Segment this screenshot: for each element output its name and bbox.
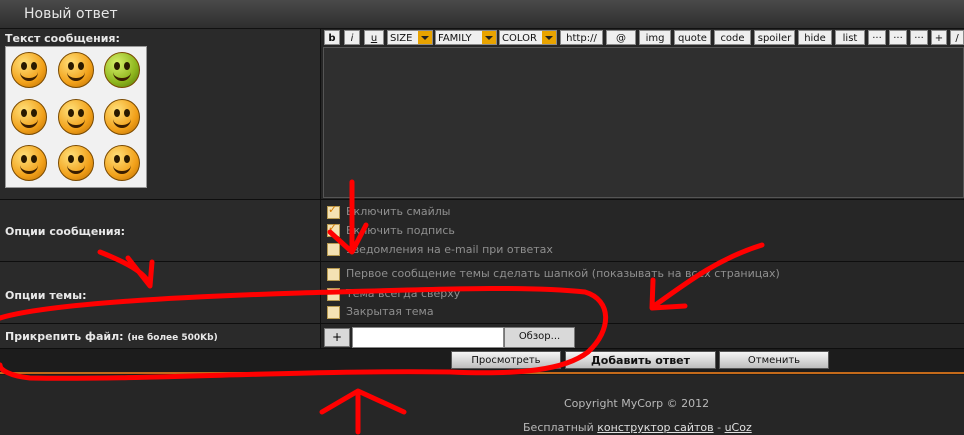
pin-first-post-checkbox[interactable] (327, 268, 340, 281)
signature-checkbox-label: Включить подпись (346, 224, 455, 237)
always-on-top-checkbox-label: Тема всегда сверху (346, 287, 461, 300)
smiley-icon[interactable] (104, 99, 140, 135)
credit-dash: - (713, 421, 725, 434)
chevron-down-icon (418, 31, 432, 44)
underline-button[interactable]: u (364, 30, 384, 45)
smileys-checkbox[interactable] (327, 203, 340, 219)
list-button[interactable]: list (835, 30, 865, 45)
smiley-icon[interactable] (104, 145, 140, 181)
email-notify-checkbox-label: Уведомления на e-mail при ответах (346, 243, 553, 256)
message-label-cell: Текст сообщения: (0, 29, 321, 199)
slash-button[interactable]: / (950, 30, 964, 45)
img-button[interactable]: img (639, 30, 671, 45)
bold-button[interactable]: b (324, 30, 340, 45)
ucoz-link[interactable]: uCoz (725, 421, 752, 434)
form-title: Новый ответ (24, 6, 118, 22)
message-textarea[interactable] (323, 47, 964, 198)
attach-label: Прикрепить файл: (не более 500Kb) (5, 330, 218, 343)
hide-button[interactable]: hide (798, 30, 832, 45)
submit-reply-button[interactable]: Добавить ответ (565, 351, 716, 369)
smiley-icon[interactable] (11, 145, 47, 181)
more-button[interactable]: ··· (889, 30, 907, 45)
smiley-icon[interactable] (11, 99, 47, 135)
pin-first-post-checkbox-label: Первое сообщение темы сделать шапкой (по… (346, 267, 780, 280)
color-select-label: COLOR (502, 33, 537, 44)
color-select[interactable]: COLOR (499, 30, 557, 45)
smiley-icon[interactable] (11, 52, 47, 88)
copyright-text: Copyright MyCorp © 2012 (564, 397, 710, 410)
closed-topic-checkbox-label: Закрытая тема (346, 305, 434, 318)
message-options-label-cell: Опции сообщения: (0, 200, 321, 261)
family-select[interactable]: FAMILY (435, 30, 497, 45)
family-select-label: FAMILY (438, 33, 472, 44)
site-builder-link[interactable]: конструктор сайтов (597, 421, 713, 434)
form-title-bar: Новый ответ (0, 0, 964, 29)
italic-button[interactable]: i (344, 30, 360, 45)
plus-button[interactable]: + (931, 30, 947, 45)
divider-line (0, 372, 964, 374)
reply-form: Новый ответ Текст сообщения: b i u SIZE … (0, 0, 964, 435)
signature-checkbox[interactable] (327, 221, 340, 237)
url-button[interactable]: http:// (560, 30, 603, 45)
email-button[interactable]: @ (606, 30, 636, 45)
spoiler-button[interactable]: spoiler (754, 30, 795, 45)
topic-options-label-cell: Опции темы: (0, 262, 321, 323)
credit-prefix: Бесплатный (523, 421, 598, 434)
add-file-button[interactable]: + (324, 328, 350, 347)
attach-label-text: Прикрепить файл: (5, 330, 124, 343)
chevron-down-icon (542, 31, 556, 44)
footer (0, 375, 964, 435)
message-label: Текст сообщения: (5, 32, 120, 45)
smiley-icon[interactable] (58, 145, 94, 181)
quote-button[interactable]: quote (674, 30, 711, 45)
code-button[interactable]: code (714, 30, 751, 45)
more-button[interactable]: ··· (910, 30, 928, 45)
attach-limit-note: (не более 500Kb) (127, 333, 218, 343)
more-button[interactable]: ··· (868, 30, 886, 45)
smiley-icon[interactable] (104, 52, 140, 88)
preview-button[interactable]: Просмотреть (451, 351, 561, 369)
topic-options-label: Опции темы: (5, 289, 87, 302)
attach-label-cell: Прикрепить файл: (не более 500Kb) (0, 324, 321, 348)
closed-topic-checkbox[interactable] (327, 306, 340, 319)
smiley-icon[interactable] (58, 99, 94, 135)
chevron-down-icon (482, 31, 496, 44)
email-notify-checkbox[interactable] (327, 243, 340, 256)
file-path-input[interactable] (352, 327, 504, 348)
smiley-panel (5, 46, 147, 188)
ucoz-credit: Бесплатный конструктор сайтов - uCoz (523, 421, 752, 434)
always-on-top-checkbox[interactable] (327, 288, 340, 301)
size-select-label: SIZE (390, 33, 413, 44)
message-options-label: Опции сообщения: (5, 225, 126, 238)
browse-button[interactable]: Обзор... (504, 327, 575, 348)
smiley-icon[interactable] (58, 52, 94, 88)
size-select[interactable]: SIZE (387, 30, 433, 45)
cancel-button[interactable]: Отменить (719, 351, 829, 369)
smileys-checkbox-label: Включить смайлы (346, 205, 451, 218)
